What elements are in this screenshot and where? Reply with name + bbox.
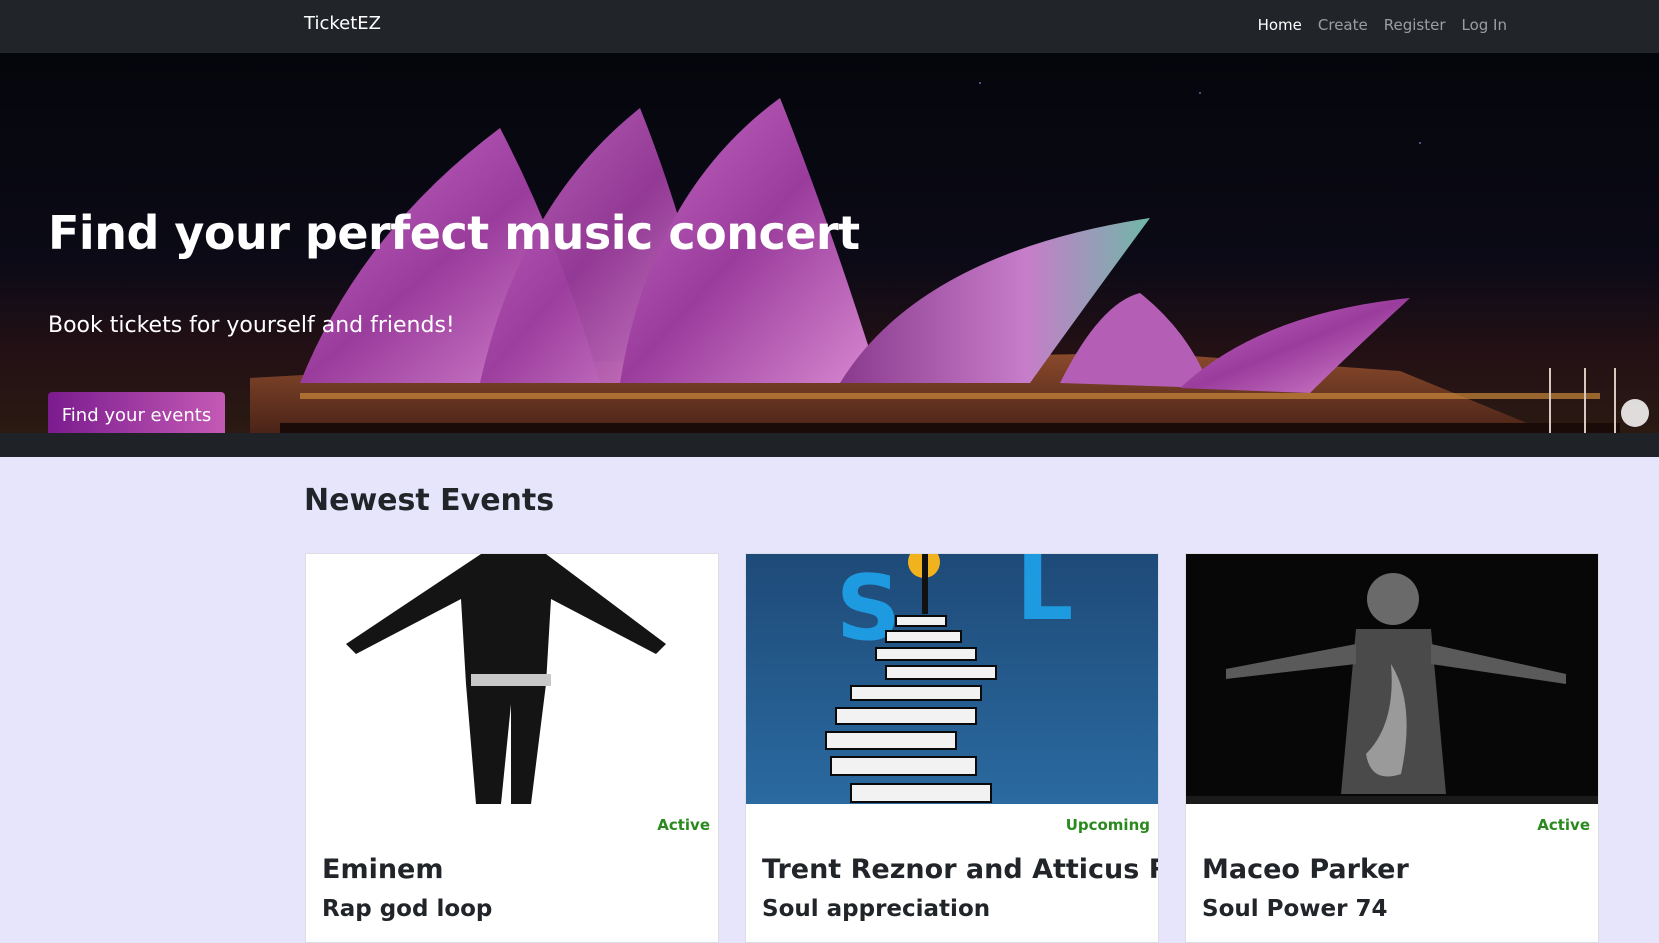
event-name: Maceo Parker [1202, 854, 1409, 885]
status-badge: Active [657, 816, 710, 834]
event-card[interactable]: S L Upcoming Trent Reznor and Atticus Ro… [745, 553, 1159, 943]
top-navbar: TicketEZ Home Create Register Log In [0, 0, 1659, 53]
nav-login[interactable]: Log In [1462, 16, 1508, 34]
event-image-soul: S L [746, 554, 1158, 804]
event-name: Trent Reznor and Atticus Ross [762, 854, 1158, 885]
hero-subtitle: Book tickets for yourself and friends! [48, 313, 455, 338]
nav-home[interactable]: Home [1258, 16, 1302, 34]
nav-create[interactable]: Create [1318, 16, 1368, 34]
status-badge: Active [1537, 816, 1590, 834]
brand-logo[interactable]: TicketEZ [304, 13, 381, 34]
svg-text:L: L [1016, 554, 1073, 641]
event-name: Eminem [322, 854, 444, 885]
event-image-eminem [306, 554, 718, 804]
nav-links: Home Create Register Log In [1258, 16, 1507, 34]
hero-divider [0, 433, 1659, 457]
event-card[interactable]: Active Maceo Parker Soul Power 74 [1185, 553, 1599, 943]
event-subtitle: Soul Power 74 [1202, 896, 1388, 922]
event-subtitle: Soul appreciation [762, 896, 991, 922]
svg-text:S: S [836, 556, 901, 661]
status-badge: Upcoming [1065, 816, 1150, 834]
event-image-maceo [1186, 554, 1598, 804]
find-events-button[interactable]: Find your events [48, 392, 225, 433]
hero-banner: Find your perfect music concert Book tic… [0, 53, 1659, 433]
section-title: Newest Events [304, 483, 555, 518]
event-card[interactable]: Active Eminem Rap god loop [305, 553, 719, 943]
nav-register[interactable]: Register [1384, 16, 1446, 34]
event-cards: Active Eminem Rap god loop S L Upcoming … [305, 553, 1599, 943]
hero-title: Find your perfect music concert [48, 206, 860, 260]
event-subtitle: Rap god loop [322, 896, 493, 922]
